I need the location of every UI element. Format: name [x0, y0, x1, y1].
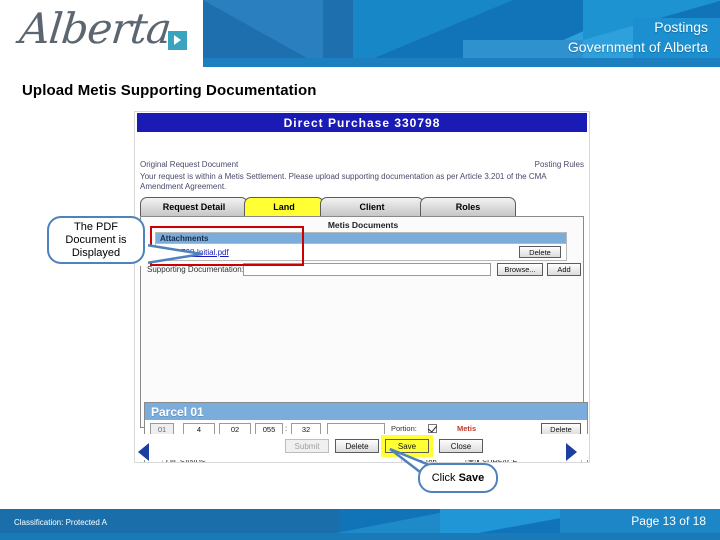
page-header: Postings Government of Alberta Alberta [0, 0, 720, 68]
app-title-bar: Direct Purchase 330798 [137, 113, 587, 132]
posting-rules-link[interactable]: Posting Rules [535, 160, 584, 169]
original-request-document-link[interactable]: Original Request Document [140, 160, 238, 169]
tab-bar: Request Detail Land Client Roles [140, 197, 584, 217]
next-slide-arrow-icon[interactable] [566, 443, 577, 461]
save-callout-text: Click Save [431, 471, 485, 484]
pdf-callout-tail [140, 242, 203, 266]
add-attachment-button[interactable]: Add [547, 263, 581, 276]
header-title-postings: Postings [654, 19, 708, 35]
alberta-logo-square-icon [168, 31, 187, 50]
header-title-block: Postings Government of Alberta [568, 17, 708, 57]
alberta-wordmark-text: Alberta [17, 4, 174, 53]
action-button-bar: Submit Delete Save Close [139, 434, 589, 460]
portion-checkbox[interactable] [428, 424, 437, 433]
metis-flag-label: Metis [457, 424, 477, 433]
portion-label: Portion: [391, 424, 417, 433]
alberta-logo: Alberta [17, 4, 200, 62]
save-callout: Click Save [418, 463, 498, 493]
tab-request-detail[interactable]: Request Detail [140, 197, 248, 216]
pdf-callout: The PDF Document is Displayed [47, 216, 145, 264]
document-links-row: Original Request Document Posting Rules [140, 160, 584, 169]
page-number-label: Page 13 of 18 [631, 514, 706, 528]
classification-label: Classification: Protected A [14, 518, 107, 527]
tab-roles[interactable]: Roles [420, 197, 516, 216]
tab-land[interactable]: Land [244, 197, 324, 216]
application-screenshot: Direct Purchase 330798 Original Request … [134, 111, 590, 463]
header-banner-graphic: Postings Government of Alberta [203, 0, 720, 67]
save-callout-bold: Save [458, 471, 485, 484]
instruction-text: Your request is within a Metis Settlemen… [140, 172, 547, 191]
previous-slide-arrow-icon[interactable] [138, 443, 149, 461]
browse-button[interactable]: Browse... [497, 263, 543, 276]
tab-client[interactable]: Client [320, 197, 424, 216]
app-body: Original Request Document Posting Rules … [137, 134, 589, 462]
parcel-field-separator: : [285, 424, 288, 433]
parcel-title: Parcel 01 [145, 403, 587, 420]
header-subtitle-government: Government of Alberta [567, 39, 708, 55]
page-footer: Classification: Protected A Page 13 of 1… [0, 509, 720, 540]
attachment-delete-button[interactable]: Delete [519, 246, 561, 258]
close-button[interactable]: Close [439, 439, 483, 453]
page-title: Upload Metis Supporting Documentation [22, 82, 317, 99]
pdf-callout-text: The PDF Document is Displayed [65, 220, 127, 259]
delete-button[interactable]: Delete [335, 439, 379, 453]
submit-button: Submit [285, 439, 329, 453]
